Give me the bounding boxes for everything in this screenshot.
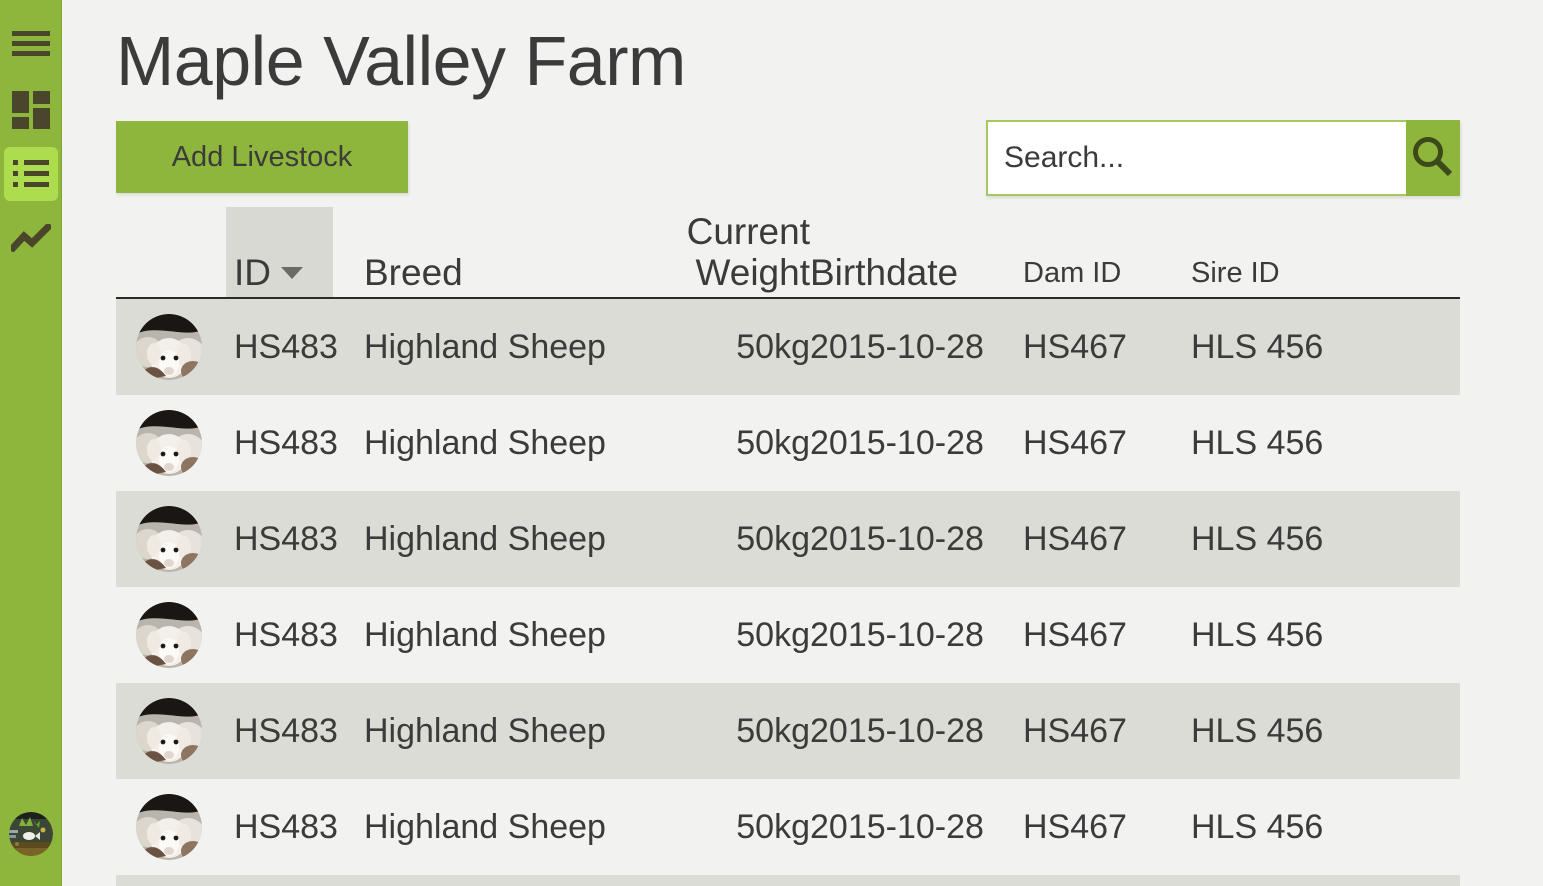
add-livestock-button[interactable]: Add Livestock: [116, 121, 408, 193]
cell-birthdate: 2015-10-28: [810, 327, 984, 366]
search-input[interactable]: [986, 120, 1406, 196]
cell-id: HS483: [234, 615, 338, 654]
cell-sire-id: HLS 456: [1191, 615, 1324, 654]
cell-birthdate: 2015-10-28: [810, 711, 984, 750]
main-content: Maple Valley Farm Add Livestock Search..…: [62, 0, 1543, 886]
column-header-sire-id-label: Sire ID: [1191, 257, 1280, 289]
cell-id: HS483: [234, 423, 338, 462]
row-photo-cell: [116, 779, 234, 875]
cell-breed: Highland Sheep: [364, 423, 606, 462]
row-photo-cell: [116, 395, 234, 491]
cell-dam-id: HS467: [1023, 711, 1127, 750]
cell-weight: 50kg: [736, 807, 810, 846]
cell-breed: Highland Sheep: [364, 615, 606, 654]
livestock-thumbnail-icon: [136, 698, 202, 764]
cell-weight: 50kg: [736, 327, 810, 366]
cell-id: HS483: [234, 807, 338, 846]
cell-weight: 50kg: [736, 423, 810, 462]
cell-dam-id: HS467: [1023, 423, 1127, 462]
column-header-birthdate-label: Birthdate: [810, 252, 959, 293]
cell-sire-id: HLS 456: [1191, 327, 1324, 366]
cell-weight: 50kg: [736, 615, 810, 654]
table-row[interactable]: HS483 Highland Sheep 50kg2015-10-28 HS467 HL…: [116, 779, 1460, 875]
cell-sire-id: HLS 456: [1191, 519, 1324, 558]
column-header-id-label: ID: [234, 252, 271, 293]
table-body: HS483 Highland Sheep 50kg 2015-10-28 HS467 HL…: [116, 299, 1460, 886]
chevron-down-icon: [281, 267, 303, 279]
cell-birthdate: 2015-10-28: [810, 807, 984, 846]
magnifier-icon: [1410, 134, 1456, 183]
cell-id: HS483: [234, 519, 338, 558]
cell-breed: Highland Sheep: [364, 807, 606, 846]
cell-weight: 50kg: [612, 875, 810, 886]
column-header-sire-id[interactable]: Sire ID: [1191, 207, 1460, 297]
sidebar-item-list[interactable]: [4, 147, 58, 201]
livestock-thumbnail-icon: [136, 794, 202, 860]
avatar[interactable]: [9, 812, 53, 856]
table-row[interactable]: HS483 Highland Sheep 50kg2015-10-28 HS467 HL…: [116, 683, 1460, 779]
livestock-thumbnail-icon: [136, 314, 202, 380]
cell-breed: Highland Sheep: [364, 519, 606, 558]
cell-sire-id: HLS 456: [1191, 807, 1324, 846]
column-header-birthdate[interactable]: Birthdate: [810, 207, 1023, 297]
page-title: Maple Valley Farm: [116, 22, 686, 100]
table-row[interactable]: HS483 Highland Sheep 50kg2015-10-28 HS467 HL…: [116, 491, 1460, 587]
line-chart-icon: [8, 222, 53, 253]
cell-dam-id: HS467: [1023, 615, 1127, 654]
sidebar-item-analytics[interactable]: [4, 211, 58, 265]
table-row[interactable]: HS483Highland Sheep50kg2015-10-28HS467HL…: [116, 875, 1460, 886]
column-header-breed[interactable]: Breed: [364, 207, 612, 297]
table-header-row: ID Breed CurrentWeight Birthdate Dam ID: [116, 207, 1460, 299]
cell-id: HS483: [234, 875, 364, 886]
hamburger-menu-icon: [12, 31, 50, 57]
cell-birthdate: 2015-10-28: [810, 875, 1023, 886]
row-photo-cell: [116, 491, 234, 587]
column-header-photo: [116, 207, 234, 297]
column-header-weight[interactable]: Current Weight: [612, 207, 810, 297]
dashboard-grid-icon: [12, 91, 50, 129]
list-icon: [13, 160, 49, 188]
cell-dam-id: HS467: [1023, 875, 1191, 886]
cell-id: HS483: [234, 711, 338, 750]
livestock-thumbnail-icon: [136, 410, 202, 476]
row-photo-cell: [116, 683, 234, 779]
row-photo-cell: [116, 875, 234, 886]
column-header-dam-id-label: Dam ID: [1023, 257, 1122, 289]
search-bar: [986, 120, 1460, 196]
column-header-dam-id[interactable]: Dam ID: [1023, 207, 1191, 297]
livestock-table: ID Breed CurrentWeight Birthdate Dam ID: [116, 207, 1460, 299]
row-photo-cell: [116, 299, 234, 395]
cell-birthdate: 2015-10-28: [810, 615, 984, 654]
sidebar-item-dashboard[interactable]: [4, 83, 58, 137]
cell-birthdate: 2015-10-28: [810, 423, 984, 462]
sidebar: [0, 0, 62, 886]
cell-dam-id: HS467: [1023, 807, 1127, 846]
cell-breed: Highland Sheep: [364, 711, 606, 750]
livestock-thumbnail-icon: [136, 506, 202, 572]
table-row[interactable]: HS483 Highland Sheep 50kg2015-10-28 HS467 HL…: [116, 587, 1460, 683]
user-avatar-aquarium-photo: [9, 812, 53, 856]
cell-sire-id: HLS 456: [1191, 875, 1460, 886]
table-row[interactable]: HS483 Highland Sheep 50kg2015-10-28 HS467 HL…: [116, 395, 1460, 491]
table-row[interactable]: HS483 Highland Sheep 50kg2015-10-28 HS467 HL…: [116, 299, 1460, 395]
app-window: Maple Valley Farm Add Livestock Search..…: [0, 0, 1543, 886]
cell-weight: 50kg: [736, 711, 810, 750]
cell-birthdate: 2015-10-28: [810, 519, 984, 558]
cell-dam-id: HS467: [1023, 327, 1127, 366]
cell-sire-id: HLS 456: [1191, 423, 1324, 462]
livestock-thumbnail-icon: [136, 602, 202, 668]
column-header-breed-label: Breed: [364, 252, 463, 293]
cell-weight: 50kg: [736, 519, 810, 558]
search-button[interactable]: [1406, 120, 1460, 196]
sidebar-item-menu[interactable]: [4, 17, 58, 71]
column-header-weight-label: Current Weight: [686, 211, 810, 293]
cell-dam-id: HS467: [1023, 519, 1127, 558]
cell-id: HS483: [234, 327, 338, 366]
cell-breed: Highland Sheep: [364, 327, 606, 366]
cell-sire-id: HLS 456: [1191, 711, 1324, 750]
cell-breed: Highland Sheep: [364, 875, 612, 886]
row-photo-cell: [116, 587, 234, 683]
